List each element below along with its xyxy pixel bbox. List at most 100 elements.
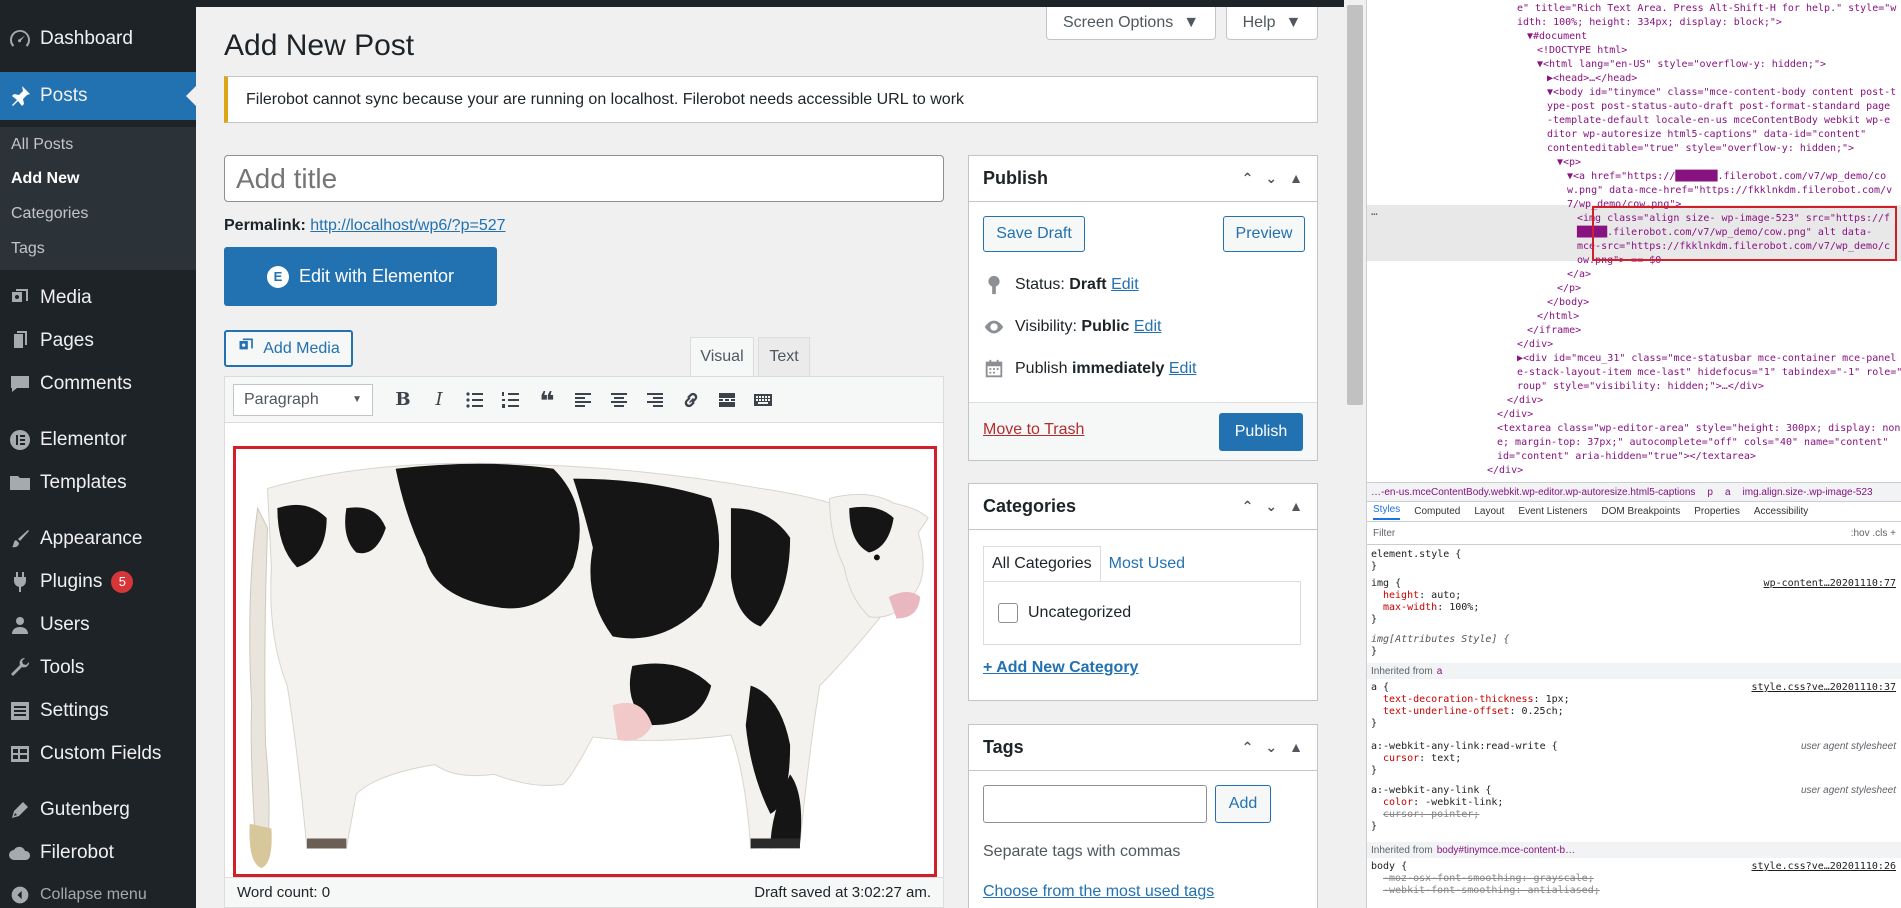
move-up-icon[interactable]: ⌃ xyxy=(1242,498,1254,515)
tab-visual[interactable]: Visual xyxy=(690,337,754,376)
rule-img[interactable]: img { wp-content…20201110:77 height: aut… xyxy=(1371,578,1896,626)
scrollbar-thumb[interactable] xyxy=(1347,5,1363,405)
link-icon[interactable] xyxy=(673,384,709,416)
tab-accessibility[interactable]: Accessibility xyxy=(1754,506,1808,517)
choose-tags-link[interactable]: Choose from the most used tags xyxy=(983,883,1214,901)
collapse-menu-button[interactable]: Collapse menu xyxy=(0,885,147,905)
editor-content-image[interactable] xyxy=(233,446,937,877)
sidebar-item-custom-fields[interactable]: Custom Fields xyxy=(0,734,196,774)
crumb-img[interactable]: img.align.size-.wp-image-523 xyxy=(1743,487,1873,498)
sidebar-item-elementor[interactable]: Elementor xyxy=(0,420,196,460)
rule-a[interactable]: a { style.css?ve…20201110:37 text-decora… xyxy=(1371,682,1896,730)
publish-button[interactable]: Publish xyxy=(1219,413,1303,451)
dom-node-line[interactable]: id="content" aria-hidden="true"></textar… xyxy=(1497,450,1756,463)
sidebar-item-media[interactable]: Media xyxy=(0,278,196,318)
save-draft-button[interactable]: Save Draft xyxy=(983,216,1085,252)
submenu-all-posts[interactable]: All Posts xyxy=(11,136,73,154)
move-to-trash-link[interactable]: Move to Trash xyxy=(983,421,1084,439)
screen-options-button[interactable]: Screen Options ▼ xyxy=(1046,7,1216,40)
dom-node-line[interactable]: ▼<p> xyxy=(1557,156,1581,169)
styles-filter[interactable]: Filter :hov .cls + xyxy=(1367,523,1901,545)
dom-node-line[interactable]: <textarea class="wp-editor-area" style="… xyxy=(1497,422,1900,435)
sidebar-item-filerobot[interactable]: Filerobot xyxy=(0,833,196,873)
dom-node-line[interactable]: ▶<div id="mceu_31" class="mce-statusbar … xyxy=(1517,352,1901,365)
edit-visibility-link[interactable]: Edit xyxy=(1134,318,1162,335)
tab-text[interactable]: Text xyxy=(758,337,810,376)
filter-tools[interactable]: :hov .cls + xyxy=(1851,528,1896,539)
rule-source-link[interactable]: wp-content…20201110:77 xyxy=(1764,578,1896,590)
sidebar-item-users[interactable]: Users xyxy=(0,605,196,645)
tab-layout[interactable]: Layout xyxy=(1474,506,1504,517)
align-left-icon[interactable] xyxy=(565,384,601,416)
dom-node-line[interactable]: ype-post post-status-auto-draft post-for… xyxy=(1547,100,1890,113)
toggle-panel-icon[interactable]: ▲ xyxy=(1289,170,1303,187)
rule-source-link[interactable]: style.css?ve…20201110:26 xyxy=(1752,861,1897,873)
rule-source-link[interactable]: style.css?ve…20201110:37 xyxy=(1752,682,1897,694)
tab-dom-breakpoints[interactable]: DOM Breakpoints xyxy=(1601,506,1680,517)
bullet-list-icon[interactable] xyxy=(457,384,493,416)
dom-node-line[interactable]: </a> xyxy=(1567,268,1591,281)
blockquote-icon[interactable]: ❝ xyxy=(529,384,565,416)
dom-node-line[interactable]: </div> xyxy=(1487,464,1523,477)
add-tag-button[interactable]: Add xyxy=(1215,785,1271,823)
rule-element-style[interactable]: element.style { } xyxy=(1371,549,1896,573)
dom-node-line[interactable]: e; margin-top: 37px;" autocomplete="off"… xyxy=(1497,436,1888,449)
preview-button[interactable]: Preview xyxy=(1223,216,1305,252)
dom-node-line[interactable]: idth: 100%; height: 334px; display: bloc… xyxy=(1517,16,1782,29)
dom-node-line[interactable]: e" title="Rich Text Area. Press Alt-Shif… xyxy=(1517,2,1896,15)
add-new-category-link[interactable]: + Add New Category xyxy=(983,659,1138,677)
dom-node-line[interactable]: ▼<body id="tinymce" class="mce-content-b… xyxy=(1547,86,1896,99)
dom-node-line[interactable]: </html> xyxy=(1537,310,1579,323)
bold-icon[interactable]: B xyxy=(385,384,421,416)
add-media-button[interactable]: Add Media xyxy=(224,330,353,367)
toggle-panel-icon[interactable]: ▲ xyxy=(1289,498,1303,515)
rule-any-link[interactable]: a:-webkit-any-link { user agent styleshe… xyxy=(1371,785,1896,833)
edit-status-link[interactable]: Edit xyxy=(1111,276,1139,293)
read-more-icon[interactable] xyxy=(709,384,745,416)
sidebar-item-gutenberg[interactable]: Gutenberg xyxy=(0,790,196,830)
dom-node-line[interactable]: roup" style="visibility: hidden;">…</div… xyxy=(1517,380,1764,393)
align-center-icon[interactable] xyxy=(601,384,637,416)
sidebar-item-appearance[interactable]: Appearance xyxy=(0,519,196,559)
category-checkbox[interactable] xyxy=(998,603,1018,623)
page-scrollbar[interactable] xyxy=(1344,0,1366,908)
sidebar-item-pages[interactable]: Pages xyxy=(0,321,196,361)
dom-node-line[interactable]: ▼<a href="https://███████.filerobot.com/… xyxy=(1567,170,1886,183)
move-down-icon[interactable]: ⌄ xyxy=(1265,498,1277,515)
crumb-body[interactable]: …-en-us.mceContentBody.webkit.wp-editor.… xyxy=(1371,487,1695,498)
submenu-categories[interactable]: Categories xyxy=(11,205,88,223)
dom-node-line[interactable]: contenteditable="true" style="overflow-y… xyxy=(1547,142,1854,155)
dom-node-line[interactable]: <!DOCTYPE html> xyxy=(1537,44,1627,57)
rule-body[interactable]: body { style.css?ve…20201110:26 -moz-osx… xyxy=(1371,861,1896,897)
sidebar-item-tools[interactable]: Tools xyxy=(0,648,196,688)
dom-node-line[interactable]: </p> xyxy=(1557,282,1581,295)
inherited-tag[interactable]: a xyxy=(1437,666,1443,677)
toggle-panel-icon[interactable]: ▲ xyxy=(1289,739,1303,756)
dom-node-line[interactable]: ▼<html lang="en-US" style="overflow-y: h… xyxy=(1537,58,1826,71)
dom-node-line[interactable]: w.png" data-mce-href="https://fkklnkdm.f… xyxy=(1567,184,1892,197)
tab-computed[interactable]: Computed xyxy=(1414,506,1460,517)
tab-all-categories[interactable]: All Categories xyxy=(983,546,1101,582)
dom-node-line[interactable]: </body> xyxy=(1547,296,1589,309)
post-title-input[interactable] xyxy=(224,155,944,202)
dom-node-line[interactable]: ▶<head>…</head> xyxy=(1547,72,1637,85)
format-select[interactable]: Paragraph ▼ xyxy=(233,383,373,416)
sidebar-item-settings[interactable]: Settings xyxy=(0,691,196,731)
move-down-icon[interactable]: ⌄ xyxy=(1265,739,1277,756)
sidebar-item-comments[interactable]: Comments xyxy=(0,364,196,404)
sidebar-item-templates[interactable]: Templates xyxy=(0,463,196,503)
dom-node-line[interactable]: ▼#document xyxy=(1527,30,1587,43)
dom-node-line[interactable]: </div> xyxy=(1507,394,1543,407)
italic-icon[interactable]: I xyxy=(421,384,457,416)
dom-node-line[interactable]: </div> xyxy=(1517,338,1553,351)
submenu-tags[interactable]: Tags xyxy=(11,240,45,258)
inherited-tag[interactable]: body#tinymce.mce-content-b… xyxy=(1437,845,1575,856)
help-button[interactable]: Help ▼ xyxy=(1226,7,1318,40)
tag-input[interactable] xyxy=(983,785,1207,823)
edit-with-elementor-button[interactable]: E Edit with Elementor xyxy=(224,247,497,306)
crumb-a[interactable]: a xyxy=(1725,487,1731,498)
tab-event-listeners[interactable]: Event Listeners xyxy=(1518,506,1587,517)
edit-schedule-link[interactable]: Edit xyxy=(1169,360,1197,377)
submenu-add-new[interactable]: Add New xyxy=(11,170,79,188)
sidebar-item-plugins[interactable]: Plugins 5 xyxy=(0,562,196,602)
